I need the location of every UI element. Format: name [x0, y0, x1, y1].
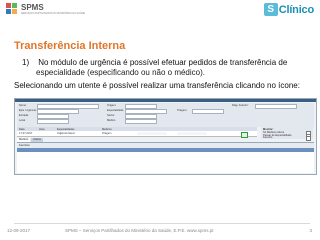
row-date: 17-07-2017: [19, 132, 33, 135]
point-text-line2: especialidade (especificando ou não o mé…: [36, 68, 205, 77]
filter-panel: Mostrar: Só Médicos Ativos Passar de Esp…: [261, 127, 313, 141]
sclinico-logo-icon: S: [263, 3, 278, 16]
patient-info-panel: Nome: Epis. Urgência: Entrada: Local Ori…: [17, 103, 314, 127]
row-status: Triagem: [102, 132, 112, 135]
spms-logo-subtext: SERVIÇOS PARTILHADOS DO MINISTÉRIO DA SA…: [21, 11, 86, 15]
grid-row[interactable]: 17-07-2017 Urgência Geral Triagem: [17, 131, 257, 137]
col-favorites: Favoritos: [19, 144, 30, 147]
row-cell: [177, 132, 207, 135]
footer-date: 12-09-2017: [7, 228, 31, 233]
transfer-list-selected-row[interactable]: [17, 148, 314, 152]
filter-checkbox-3[interactable]: [306, 136, 311, 141]
transfer-list-panel: Favoritos: [17, 142, 314, 173]
label-doctor: Médico: [107, 119, 116, 122]
app-titlebar: [15, 99, 316, 102]
point-1: 1) No módulo de urgência é possível efet…: [22, 58, 312, 68]
app-screenshot: Nome: Epis. Urgência: Entrada: Local Ori…: [14, 98, 317, 175]
triage-field: [192, 109, 224, 114]
footer-text: SPMS – Serviços Partilhados do Ministéri…: [65, 228, 214, 233]
spms-logo: SPMS SERVIÇOS PARTILHADOS DO MINISTÉRIO …: [6, 3, 85, 15]
label-name: Nome:: [19, 104, 27, 107]
row-cell: [137, 132, 167, 135]
label-local: Local: [19, 119, 26, 122]
doctor-field: [125, 119, 157, 124]
point-text-line1: No módulo de urgência é possível efetuar…: [38, 58, 288, 67]
transfer-icon[interactable]: [241, 132, 248, 138]
label-sector: Sector: [107, 114, 115, 117]
page-number: 3: [309, 228, 312, 233]
filter-option-3: Favorito: [263, 136, 273, 140]
local-field: [37, 119, 69, 124]
sclinico-logo-text: Clínico: [278, 3, 314, 16]
label-origin: Origem:: [107, 104, 117, 107]
prev-diag-field: [255, 104, 297, 109]
label-speciality: Especialidade:: [107, 109, 124, 112]
slide-description: Selecionando um utente é possível realiz…: [14, 81, 300, 90]
footer-divider: [14, 223, 310, 224]
spms-logo-icon: [6, 3, 18, 15]
slide-title: Transferência Interna: [14, 40, 126, 52]
label-episode: Epis. Urgência:: [19, 109, 37, 112]
label-triage: Triagem:: [177, 109, 188, 112]
label-entry: Entrada:: [19, 114, 29, 117]
row-specialty: Urgência Geral: [57, 132, 75, 135]
spms-logo-text: SPMS: [21, 2, 44, 12]
sclinico-logo: S Clínico: [263, 3, 314, 16]
point-number: 1): [22, 58, 30, 67]
label-prev-diag: Diag. Anterior:: [232, 104, 249, 107]
